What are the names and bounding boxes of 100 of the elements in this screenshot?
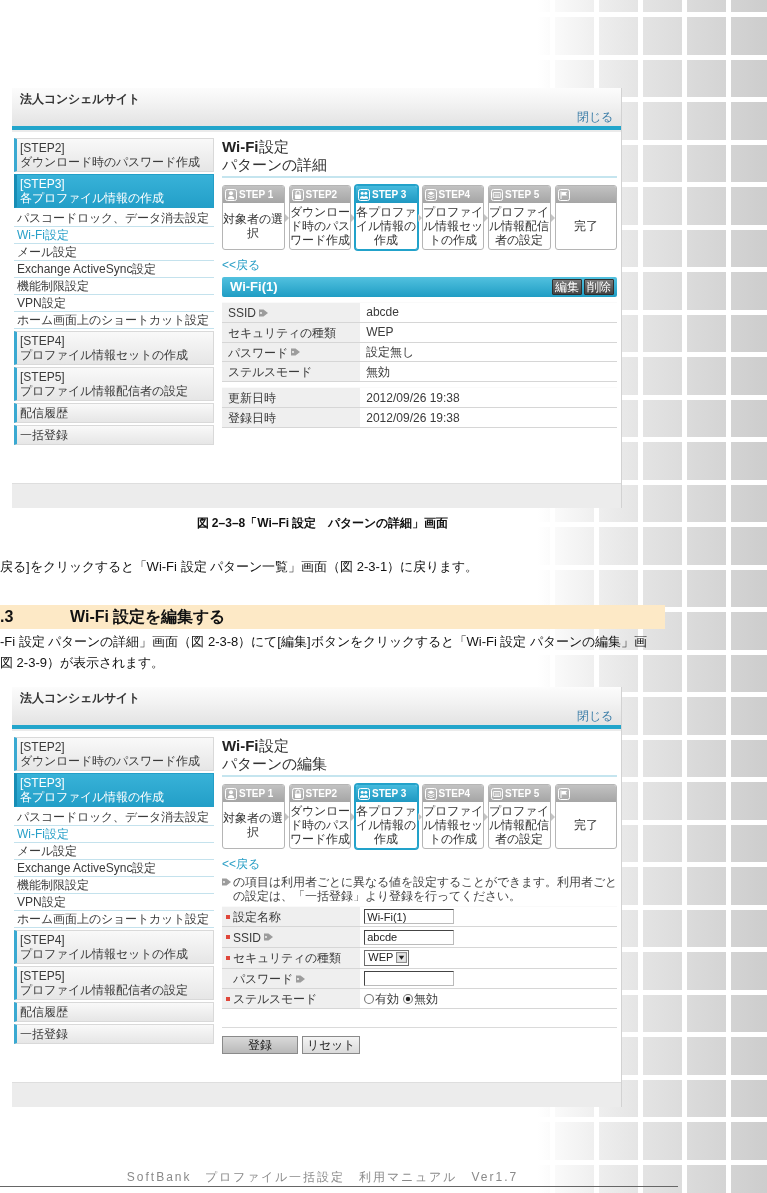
tag-icon (222, 878, 231, 886)
select-field[interactable]: WEP (364, 949, 410, 966)
sidebar-item[interactable]: [STEP5] プロファイル情報配信者の設定 (14, 966, 214, 1000)
people-icon (358, 188, 370, 201)
field-label: ステルスモード (233, 991, 317, 1006)
step-caption: 各プロファイル情報の作成 (356, 803, 417, 848)
body-text: 戻る]をクリックすると「Wi-Fi 設定 パターン一覧」画面（図 2-3-1）に戻ります。 (0, 558, 479, 576)
page-title: Wi-Fi設定 (222, 737, 289, 755)
step-caption: ダウンロード時のパスワード作成 (289, 204, 350, 249)
form-button[interactable]: 登録 (222, 1036, 298, 1054)
flag-icon (557, 787, 570, 800)
field-value: 無効 (360, 362, 617, 382)
step-label: STEP 3 (372, 188, 407, 201)
step-caption: 各プロファイル情報の作成 (356, 204, 417, 249)
section-number: .3 (0, 607, 15, 627)
field-value: 2012/09/26 19:38 (360, 407, 617, 428)
sidebar-item[interactable]: 配信履歴 (14, 403, 214, 423)
step-label: STEP4 (438, 188, 471, 201)
sidebar-item[interactable]: Exchange ActiveSync設定 (14, 860, 214, 877)
sidebar-item[interactable]: パスコードロック、データ消去設定 (14, 809, 214, 826)
field-label: パスワード (228, 345, 288, 360)
chevron-icon (351, 212, 355, 223)
sidebar-item[interactable]: [STEP2] ダウンロード時のパスワード作成 (14, 737, 214, 771)
chevron-icon (417, 811, 422, 822)
field-label: 更新日時 (228, 391, 276, 406)
form-button[interactable]: リセット (302, 1036, 360, 1054)
step-label: STEP4 (438, 787, 471, 800)
step-caption: プロファイル情報セットの作成 (422, 204, 483, 249)
sidebar-item[interactable]: [STEP4] プロファイル情報セットの作成 (14, 331, 214, 365)
sidebar-item[interactable]: [STEP4] プロファイル情報セットの作成 (14, 930, 214, 964)
field-label: セキュリティの種類 (228, 325, 336, 340)
field-label: SSID (228, 305, 256, 320)
sidebar-item[interactable]: Exchange ActiveSync設定 (14, 261, 214, 278)
field-label: 登録日時 (228, 410, 276, 425)
close-link[interactable]: 閉じる (577, 110, 613, 124)
panel-title: Wi-Fi(1) (230, 279, 278, 295)
chevron-icon (550, 212, 555, 223)
step-caption: プロファイル情報配信者の設定 (489, 204, 550, 249)
panel-button[interactable]: 編集 (552, 279, 582, 295)
sidebar-item[interactable]: [STEP2] ダウンロード時のパスワード作成 (14, 138, 214, 172)
page-title: Wi-Fi設定 (222, 138, 289, 156)
sidebar-item[interactable]: 機能制限設定 (14, 278, 214, 295)
layers-icon (424, 188, 437, 201)
input-field[interactable]: Wi-Fi(1) (364, 909, 455, 925)
step-label: STEP 3 (372, 787, 407, 800)
input-field[interactable]: abcde (364, 929, 455, 945)
chevron-icon (417, 212, 422, 223)
chevron-icon (484, 212, 488, 223)
keyboard-icon (491, 787, 503, 800)
sidebar-item[interactable]: パスコードロック、データ消去設定 (14, 210, 214, 227)
step-caption: 完了 (573, 218, 598, 235)
sidebar-item[interactable]: 機能制限設定 (14, 877, 214, 894)
site-title: 法人コンシェルサイト (20, 691, 140, 705)
chevron-icon (550, 811, 555, 822)
field-value: abcde (360, 302, 617, 323)
footer-text: SoftBank プロファイル一括設定 利用マニュアル Ver1.7 (126, 1170, 519, 1185)
lock-icon (291, 188, 304, 201)
step-label: STEP 5 (505, 188, 540, 201)
step-label: STEP 1 (239, 188, 274, 201)
section-title: Wi-Fi 設定を編集する (70, 607, 226, 627)
layers-icon (424, 787, 437, 800)
step-label: STEP 1 (239, 787, 274, 800)
field-value: 2012/09/26 19:38 (360, 387, 617, 408)
sidebar-item[interactable]: 配信履歴 (14, 1002, 214, 1022)
figure-caption: 図 2–3–8「Wi–Fi 設定 パターンの詳細」画面 (196, 515, 449, 531)
radio-option[interactable]: 無効 (403, 991, 439, 1006)
step-label: STEP2 (305, 188, 338, 201)
sidebar-item[interactable]: 一括登録 (14, 425, 214, 445)
lock-icon (291, 787, 304, 800)
chevron-icon (284, 212, 289, 223)
field-value: 設定無し (360, 342, 617, 362)
sidebar-item[interactable]: VPN設定 (14, 894, 214, 911)
step-caption: ダウンロード時のパスワード作成 (289, 803, 350, 848)
person-icon (225, 188, 237, 201)
keyboard-icon (491, 188, 503, 201)
flag-icon (557, 188, 570, 201)
step-label: STEP2 (305, 787, 338, 800)
sidebar-item[interactable]: VPN設定 (14, 295, 214, 312)
step-caption: プロファイル情報配信者の設定 (489, 803, 550, 848)
close-link[interactable]: 閉じる (577, 709, 613, 723)
panel-button[interactable]: 削除 (584, 279, 614, 295)
sidebar-item[interactable]: メール設定 (14, 843, 214, 860)
page-subtitle: パターンの編集 (222, 755, 327, 773)
sidebar-item[interactable]: ホーム画面上のショートカット設定 (14, 312, 214, 329)
page-subtitle: パターンの詳細 (222, 156, 327, 174)
site-title: 法人コンシェルサイト (20, 92, 140, 106)
step-caption: 対象者の選択 (223, 211, 284, 242)
sidebar-item[interactable]: 一括登録 (14, 1024, 214, 1044)
radio-option[interactable]: 有効 (364, 991, 400, 1006)
step-caption: 対象者の選択 (223, 810, 284, 841)
input-field[interactable] (364, 971, 455, 986)
radio-icon[interactable] (364, 993, 375, 1004)
sidebar-item[interactable]: メール設定 (14, 244, 214, 261)
radio-icon[interactable] (403, 993, 414, 1004)
sidebar-item[interactable]: ホーム画面上のショートカット設定 (14, 911, 214, 928)
body-text: -Fi 設定 パターンの詳細」画面（図 2-3-8）にて[編集]ボタンをクリックすると「Wi-Fi 設定 パターンの編集」画 図 2-3-9）が表示されます。 (0, 633, 648, 672)
step-label: STEP 5 (505, 787, 540, 800)
step-caption: 完了 (573, 817, 598, 834)
field-value: WEP (360, 322, 617, 343)
sidebar-item[interactable]: [STEP5] プロファイル情報配信者の設定 (14, 367, 214, 401)
